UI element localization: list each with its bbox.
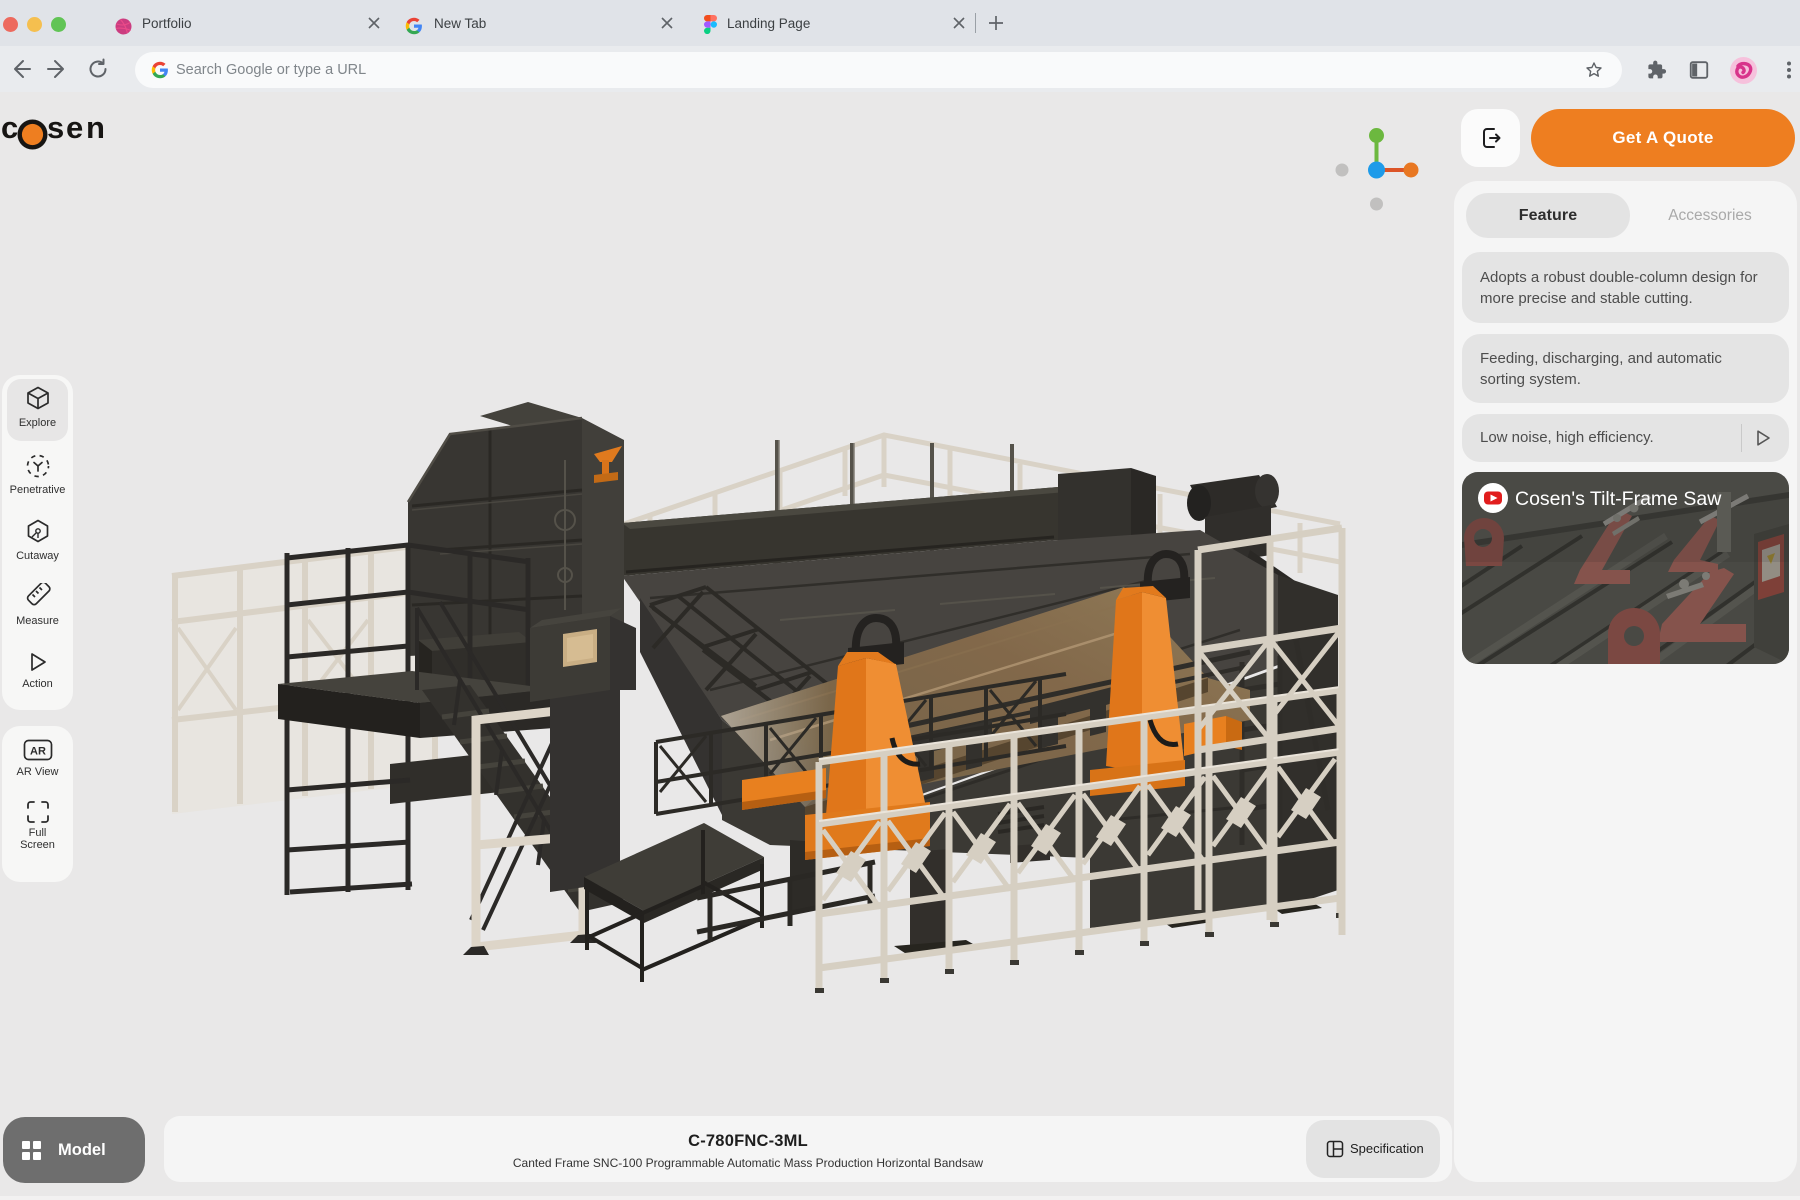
svg-text:AR: AR	[30, 746, 46, 758]
svg-text:Cosen's Tilt-Frame Saw: Cosen's Tilt-Frame Saw	[1515, 488, 1722, 510]
